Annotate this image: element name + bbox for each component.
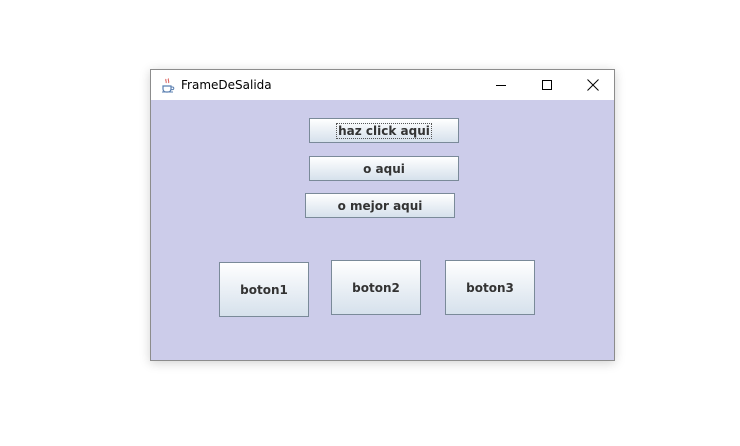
maximize-icon (542, 80, 552, 90)
window-title: FrameDeSalida (181, 78, 272, 92)
button-label: haz click aqui (336, 122, 432, 139)
maximize-button[interactable] (524, 70, 570, 100)
minimize-button[interactable] (478, 70, 524, 100)
app-window: FrameDeSalida haz click aqui o aqui o me… (150, 69, 615, 361)
content-pane: haz click aqui o aqui o mejor aqui boton… (151, 100, 614, 360)
boton1-button[interactable]: boton1 (219, 262, 309, 317)
button-label: boton1 (240, 282, 288, 297)
button-label: o mejor aqui (337, 198, 423, 213)
title-bar[interactable]: FrameDeSalida (151, 70, 614, 100)
close-icon (587, 79, 599, 91)
java-coffee-cup-icon[interactable] (160, 77, 176, 93)
close-button[interactable] (570, 70, 616, 100)
minimize-icon (496, 85, 506, 86)
button-label: boton2 (352, 280, 400, 295)
o-mejor-aqui-button[interactable]: o mejor aqui (305, 193, 455, 218)
button-label: o aqui (363, 161, 405, 176)
boton2-button[interactable]: boton2 (331, 260, 421, 315)
boton3-button[interactable]: boton3 (445, 260, 535, 315)
haz-click-aqui-button[interactable]: haz click aqui (309, 118, 459, 143)
o-aqui-button[interactable]: o aqui (309, 156, 459, 181)
button-label: boton3 (466, 280, 514, 295)
